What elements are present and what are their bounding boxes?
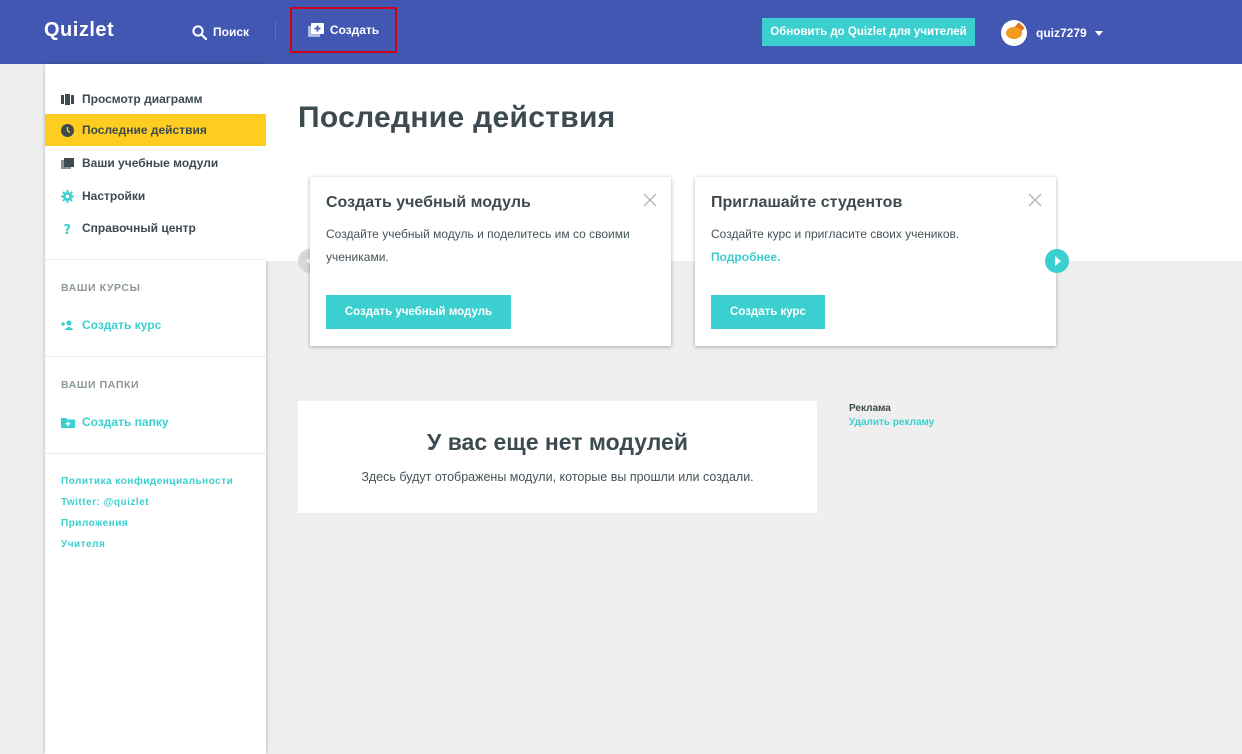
invite-students-card: Приглашайте студентов Создайте курс и пр… [695, 177, 1056, 346]
page-title: Последние действия [298, 101, 616, 134]
search-icon [192, 24, 207, 40]
create-folder-link[interactable]: Создать папку [61, 415, 169, 429]
create-button[interactable]: Создать [290, 7, 397, 53]
sidebar-item-label: Настройки [82, 189, 146, 203]
svg-text:?: ? [64, 223, 72, 235]
learn-more-link[interactable]: Подробнее. [711, 250, 780, 264]
avatar [1001, 20, 1027, 46]
create-course-button[interactable]: Создать курс [711, 295, 825, 329]
close-icon[interactable] [1028, 193, 1042, 207]
help-icon: ? [64, 223, 72, 235]
avatar-fish [1006, 27, 1022, 39]
sidebar-item-label: Справочный центр [82, 221, 196, 235]
chevron-down-icon [1094, 30, 1103, 36]
create-set-card: Создать учебный модуль Создайте учебный … [310, 177, 671, 346]
create-set-button[interactable]: Создать учебный модуль [326, 295, 511, 329]
sidebar-item-label: Ваши учебные модули [82, 156, 219, 170]
close-icon[interactable] [643, 193, 657, 207]
card-title: Приглашайте студентов [711, 194, 903, 211]
courses-heading: ВАШИ КУРСЫ [61, 282, 141, 294]
clock-icon [61, 123, 74, 137]
sidebar-item-recent[interactable]: Последние действия [45, 114, 266, 146]
card-text: Создайте курс и пригласите своих ученико… [711, 223, 1031, 269]
create-course-link[interactable]: Создать курс [61, 318, 161, 332]
search-label: Поиск [213, 25, 250, 39]
create-set-icon [307, 23, 324, 37]
sidebar-item-help[interactable]: ? Справочный центр [45, 212, 266, 244]
sidebar-item-label: Просмотр диаграмм [82, 92, 203, 106]
remove-ads-link[interactable]: Удалить рекламу [849, 417, 934, 428]
sidebar-divider [45, 356, 266, 357]
sidebar-divider [45, 453, 266, 454]
quizlet-logo[interactable]: Quizlet [44, 19, 114, 42]
add-user-icon [61, 320, 74, 330]
card-text: Создайте учебный модуль и поделитесь им … [326, 227, 630, 264]
gear-icon [61, 189, 74, 203]
card-text-body: Создайте курс и пригласите своих ученико… [711, 227, 960, 241]
empty-state: У вас еще нет модулей Здесь будут отобра… [298, 401, 817, 513]
card-title: Создать учебный модуль [326, 194, 531, 211]
search-button[interactable]: Поиск [192, 22, 249, 42]
sidebar: Просмотр диаграмм Последние действия Ваш… [45, 64, 266, 754]
sidebar-item-settings[interactable]: Настройки [45, 180, 266, 212]
empty-state-text: Здесь будут отображены модули, которые в… [361, 470, 754, 484]
create-course-label: Создать курс [82, 318, 162, 332]
user-menu[interactable]: quiz7279 [1001, 19, 1103, 47]
chevron-right-icon [1055, 256, 1061, 266]
sidebar-divider [45, 259, 266, 260]
empty-state-title: У вас еще нет модулей [427, 429, 688, 455]
create-label: Создать [329, 23, 380, 37]
sidebar-item-diagrams[interactable]: Просмотр диаграмм [45, 83, 266, 115]
footer-link-teachers[interactable]: Учителя [61, 539, 105, 550]
folders-heading: ВАШИ ПАПКИ [61, 379, 140, 391]
top-header: Quizlet Поиск Создать Обновить до Quizle… [0, 0, 1242, 64]
carousel-next-button[interactable] [1045, 249, 1069, 273]
create-folder-label: Создать папку [82, 415, 169, 429]
nav-divider [275, 22, 276, 40]
ad-label: Реклама [849, 403, 891, 414]
add-folder-icon [61, 417, 75, 428]
username: quiz7279 [1036, 26, 1087, 40]
sidebar-item-label: Последние действия [82, 123, 207, 137]
footer-link-privacy[interactable]: Политика конфиденциальности [61, 476, 233, 487]
diagram-icon [61, 93, 74, 105]
footer-link-twitter[interactable]: Twitter: @quizlet [61, 497, 149, 508]
modules-icon [61, 157, 74, 169]
sidebar-item-modules[interactable]: Ваши учебные модули [45, 147, 266, 179]
footer-link-apps[interactable]: Приложения [61, 518, 128, 529]
upgrade-button[interactable]: Обновить до Quizlet для учителей [762, 18, 975, 46]
